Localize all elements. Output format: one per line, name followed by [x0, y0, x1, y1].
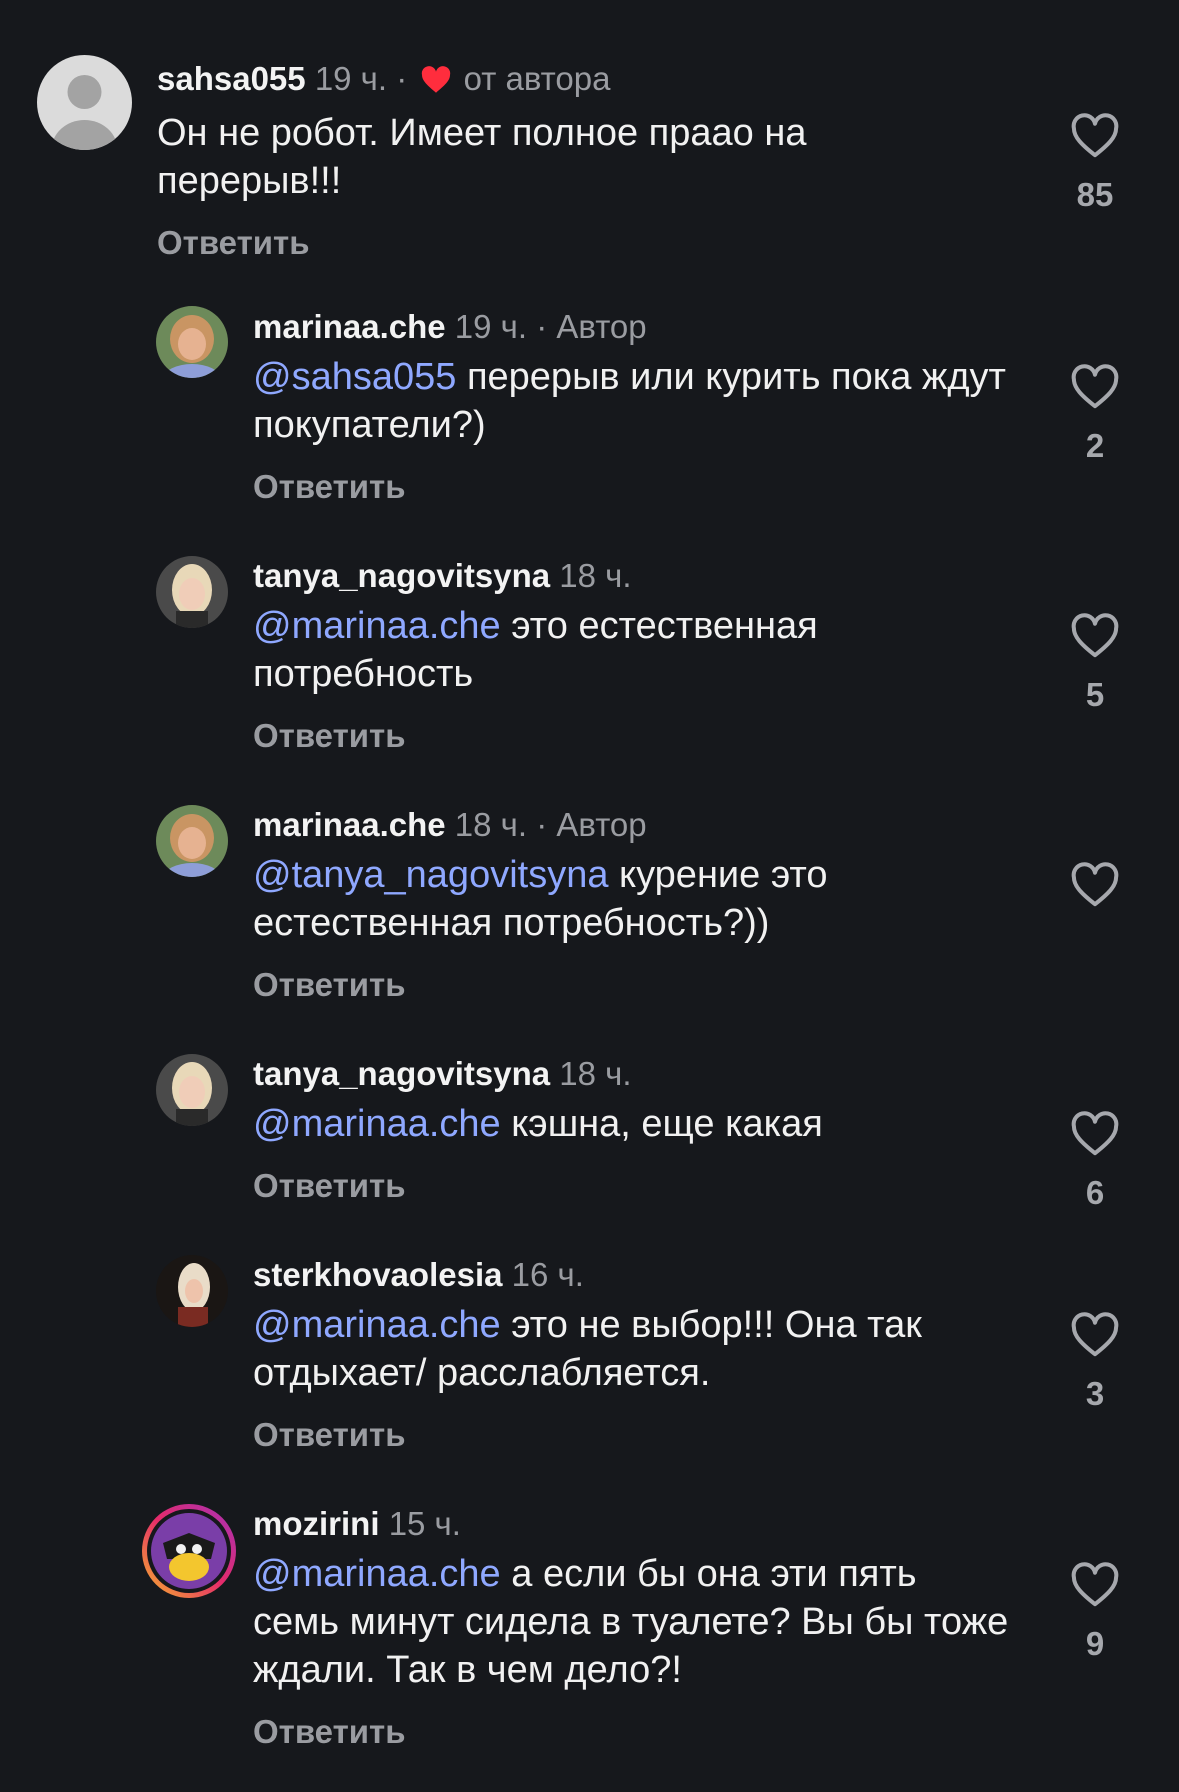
comment-time: 19 ч.: [454, 308, 528, 345]
mention-link[interactable]: @marinaa.che: [253, 1304, 501, 1346]
comment-time: 18 ч.: [559, 557, 632, 594]
comment-username[interactable]: marinaa.che: [253, 308, 446, 345]
avatar[interactable]: [156, 556, 228, 628]
avatar[interactable]: [156, 1255, 228, 1327]
reply-button[interactable]: Ответить: [253, 716, 953, 756]
like-count: 5: [1085, 676, 1105, 713]
comment-text: кэшна, еще какая: [511, 1103, 823, 1145]
comment-time: 18 ч.: [559, 1055, 632, 1092]
heart-outline-icon[interactable]: [1070, 1312, 1120, 1358]
avatar[interactable]: [141, 1503, 237, 1599]
comment-time: 19 ч.: [314, 60, 388, 97]
comment-username[interactable]: sahsa055: [157, 60, 306, 97]
heart-outline-icon[interactable]: [1070, 613, 1120, 659]
reply-button[interactable]: Ответить: [253, 1166, 973, 1206]
comment-time: 18 ч.: [454, 806, 528, 843]
avatar[interactable]: [156, 805, 228, 877]
comment-text: Он не робот. Имеет полное праао на перер…: [157, 112, 807, 202]
separator: ·: [396, 60, 408, 97]
mention-link[interactable]: @marinaa.che: [253, 605, 501, 647]
mention-link[interactable]: @marinaa.che: [253, 1103, 501, 1145]
comments-thread: sahsa055 19 ч. · от автора Он не робот. …: [0, 0, 1179, 1792]
liked-by-author-label: от автора: [463, 60, 611, 97]
mention-link[interactable]: @tanya_nagovitsyna: [253, 854, 608, 896]
like-count: 6: [1085, 1174, 1105, 1211]
comment-username[interactable]: sterkhovaolesia: [253, 1256, 502, 1293]
separator: ·: [536, 806, 548, 843]
like-count: 3: [1085, 1375, 1105, 1412]
heart-filled-icon: [420, 63, 452, 103]
heart-outline-icon[interactable]: [1070, 1562, 1120, 1608]
like-count: 85: [1076, 176, 1114, 213]
comment-username[interactable]: tanya_nagovitsyna: [253, 557, 550, 594]
like-count: 2: [1085, 427, 1105, 464]
default-avatar-icon[interactable]: [37, 55, 132, 150]
comment-time: 16 ч.: [511, 1256, 584, 1293]
heart-outline-icon[interactable]: [1070, 364, 1120, 410]
heart-outline-icon[interactable]: [1070, 1111, 1120, 1157]
mention-link[interactable]: @marinaa.che: [253, 1553, 501, 1595]
comment-username[interactable]: marinaa.che: [253, 806, 446, 843]
separator: ·: [536, 308, 548, 345]
like-count: 9: [1085, 1625, 1105, 1662]
comment-username[interactable]: tanya_nagovitsyna: [253, 1055, 550, 1092]
heart-outline-icon[interactable]: [1070, 113, 1120, 159]
avatar[interactable]: [156, 1054, 228, 1126]
mention-link[interactable]: @sahsa055: [253, 356, 456, 398]
reply-button[interactable]: Ответить: [253, 965, 953, 1005]
reply-button[interactable]: Ответить: [157, 223, 937, 263]
heart-outline-icon[interactable]: [1070, 862, 1120, 908]
author-badge: Автор: [556, 806, 647, 843]
avatar[interactable]: [156, 306, 228, 378]
author-badge: Автор: [556, 308, 647, 345]
reply-button[interactable]: Ответить: [253, 467, 1023, 507]
reply-button[interactable]: Ответить: [253, 1415, 1023, 1455]
reply-button[interactable]: Ответить: [253, 1712, 1013, 1752]
comment-time: 15 ч.: [388, 1505, 461, 1542]
comment-username[interactable]: mozirini: [253, 1505, 380, 1542]
